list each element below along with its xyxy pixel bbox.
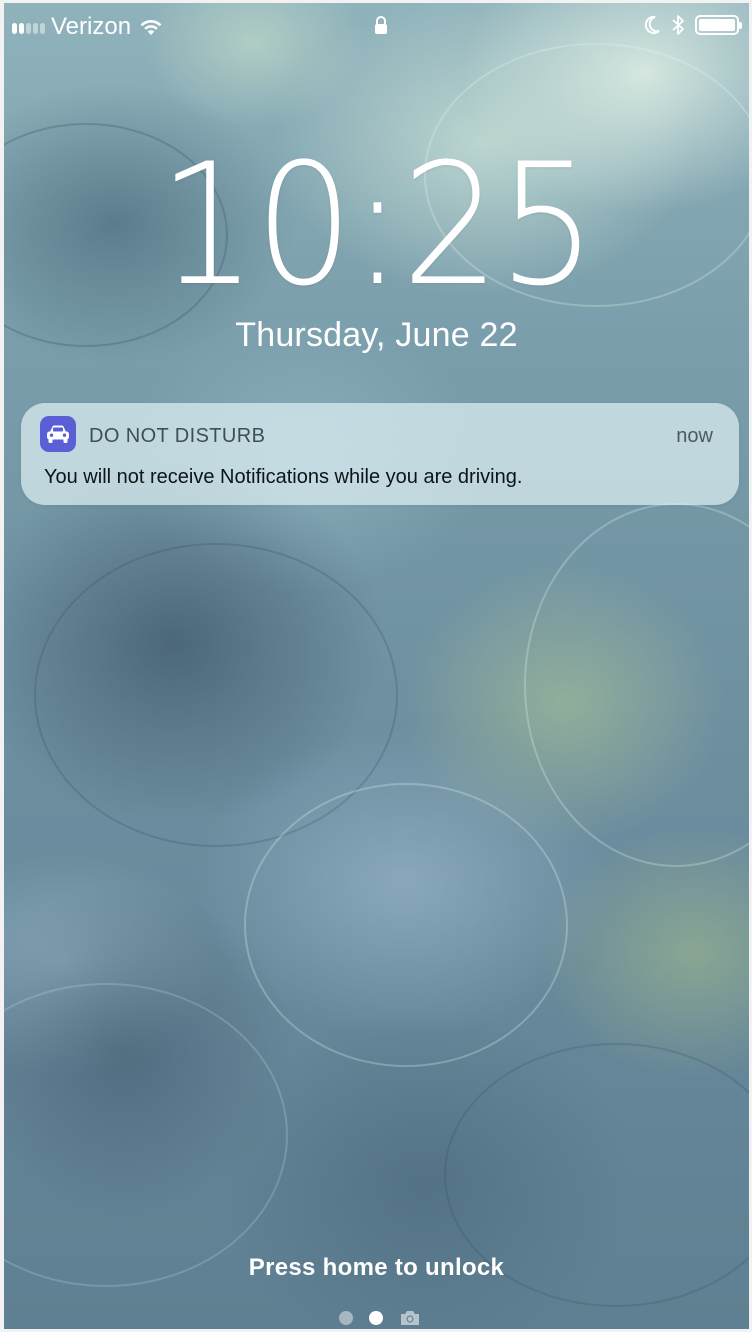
page-dot-active[interactable] — [368, 1311, 383, 1325]
signal-strength-icon — [12, 20, 45, 34]
wifi-icon — [140, 20, 162, 35]
page-dot[interactable] — [338, 1311, 353, 1325]
notification-app-name: DO NOT DISTURB — [89, 425, 266, 447]
moon-icon — [644, 15, 660, 34]
lock-icon — [375, 16, 387, 34]
status-bar: Verizon — [4, 3, 749, 49]
camera-icon[interactable] — [399, 1309, 421, 1327]
carrier-indicator: Verizon — [12, 13, 163, 41]
carrier-name: Verizon — [51, 13, 132, 40]
bluetooth-icon — [672, 15, 684, 35]
notification-app-icon — [40, 416, 76, 452]
lock-screen-date: Thursday, June 22 — [235, 316, 518, 354]
battery-icon — [695, 15, 742, 35]
notification-time: now — [676, 425, 713, 447]
lock-screen: Verizon 10:25 Thursday, June 22 DO NOT D… — [0, 0, 752, 1332]
battery-level — [699, 19, 735, 31]
notification-card[interactable]: DO NOT DISTURB now You will not receive … — [21, 403, 739, 505]
car-icon — [47, 425, 69, 443]
unlock-hint: Press home to unlock — [248, 1254, 505, 1281]
status-icons — [643, 14, 742, 36]
page-indicator[interactable] — [10, 1309, 749, 1327]
notification-body: You will not receive Notifications while… — [44, 466, 523, 488]
lock-screen-time: 10:25 — [158, 127, 596, 323]
